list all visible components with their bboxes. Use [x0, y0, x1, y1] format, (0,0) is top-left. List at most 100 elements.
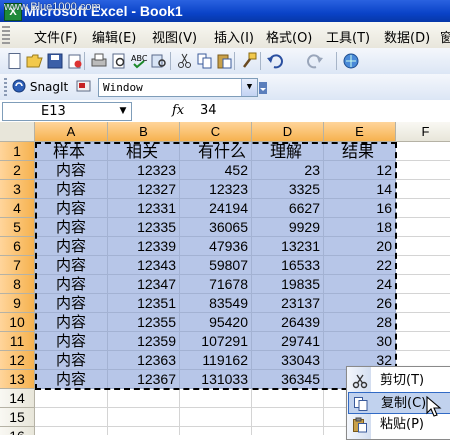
cell[interactable]: [396, 161, 450, 180]
row-header[interactable]: 7: [0, 256, 35, 275]
chevron-down-icon[interactable]: ▼: [241, 79, 257, 96]
cell[interactable]: 理解: [252, 142, 324, 161]
cell[interactable]: 12335: [108, 218, 180, 237]
cell[interactable]: 19835: [252, 275, 324, 294]
spelling-icon[interactable]: ABC: [130, 52, 148, 70]
cell[interactable]: 95420: [180, 313, 252, 332]
cell[interactable]: 结果: [324, 142, 396, 161]
cell[interactable]: [396, 332, 450, 351]
cell[interactable]: 12359: [108, 332, 180, 351]
row-header[interactable]: 6: [0, 237, 35, 256]
cell[interactable]: 12323: [180, 180, 252, 199]
cell[interactable]: [396, 237, 450, 256]
print-icon[interactable]: [90, 52, 108, 70]
row-header[interactable]: 14: [0, 389, 35, 408]
cell[interactable]: 内容: [35, 332, 108, 351]
cell[interactable]: 23137: [252, 294, 324, 313]
context-menu-cut[interactable]: 剪切(T): [348, 370, 450, 392]
paste-icon[interactable]: [216, 52, 234, 70]
cell[interactable]: 119162: [180, 351, 252, 370]
row-header[interactable]: 1: [0, 142, 35, 161]
permission-icon[interactable]: [66, 52, 84, 70]
cell[interactable]: 9929: [252, 218, 324, 237]
column-header[interactable]: E: [324, 122, 396, 142]
cell[interactable]: 24194: [180, 199, 252, 218]
cell[interactable]: [396, 199, 450, 218]
cell[interactable]: 12331: [108, 199, 180, 218]
cell[interactable]: 12343: [108, 256, 180, 275]
cell[interactable]: [396, 275, 450, 294]
cell[interactable]: 83549: [180, 294, 252, 313]
column-header[interactable]: F: [396, 122, 450, 142]
cell[interactable]: 47936: [180, 237, 252, 256]
cell[interactable]: 样本: [35, 142, 108, 161]
cell[interactable]: 内容: [35, 313, 108, 332]
row-header[interactable]: 3: [0, 180, 35, 199]
snagit-capture-icon[interactable]: [76, 79, 92, 93]
snagit-button[interactable]: SnagIt: [12, 79, 92, 94]
cell[interactable]: [252, 408, 324, 427]
cell[interactable]: [180, 389, 252, 408]
row-header[interactable]: 5: [0, 218, 35, 237]
cell[interactable]: [252, 389, 324, 408]
cut-icon[interactable]: [176, 52, 194, 70]
cell[interactable]: [108, 427, 180, 435]
toolbar-options-icon[interactable]: [259, 82, 267, 94]
cell[interactable]: [35, 427, 108, 435]
cell[interactable]: 3325: [252, 180, 324, 199]
cell[interactable]: 内容: [35, 370, 108, 389]
menu-item[interactable]: 文件(F): [34, 27, 78, 46]
cell[interactable]: 内容: [35, 161, 108, 180]
chevron-down-icon[interactable]: ▼: [115, 103, 131, 120]
row-header[interactable]: 12: [0, 351, 35, 370]
new-icon[interactable]: [6, 52, 24, 70]
cell[interactable]: 14: [324, 180, 396, 199]
cell[interactable]: 33043: [252, 351, 324, 370]
cell[interactable]: 内容: [35, 275, 108, 294]
formula-input[interactable]: 34: [200, 103, 217, 118]
open-icon[interactable]: [26, 52, 44, 70]
row-header[interactable]: 2: [0, 161, 35, 180]
cell[interactable]: 内容: [35, 351, 108, 370]
cell[interactable]: 内容: [35, 294, 108, 313]
cell[interactable]: [108, 389, 180, 408]
cell[interactable]: [252, 427, 324, 435]
menu-item[interactable]: 视图(V): [152, 27, 197, 46]
cell[interactable]: [396, 218, 450, 237]
menu-item[interactable]: 插入(I): [214, 27, 254, 46]
cell[interactable]: [396, 180, 450, 199]
cell[interactable]: 26: [324, 294, 396, 313]
menu-item[interactable]: 数据(D): [384, 27, 430, 46]
row-header[interactable]: 11: [0, 332, 35, 351]
cell[interactable]: 36345: [252, 370, 324, 389]
format-painter-icon[interactable]: [240, 52, 258, 70]
select-all-corner[interactable]: [0, 122, 35, 142]
function-wizard-icon[interactable]: fx: [172, 103, 184, 118]
cell[interactable]: 相关: [108, 142, 180, 161]
menubar-grip-icon[interactable]: [2, 26, 10, 44]
cell[interactable]: 26439: [252, 313, 324, 332]
print-preview-icon[interactable]: [110, 52, 128, 70]
cell[interactable]: 28: [324, 313, 396, 332]
cell[interactable]: 6627: [252, 199, 324, 218]
cell[interactable]: 内容: [35, 180, 108, 199]
undo-icon[interactable]: [266, 52, 284, 70]
cell[interactable]: 12363: [108, 351, 180, 370]
cell[interactable]: 16: [324, 199, 396, 218]
cell[interactable]: 30: [324, 332, 396, 351]
research-icon[interactable]: [150, 52, 168, 70]
cell[interactable]: 12347: [108, 275, 180, 294]
cell[interactable]: 12355: [108, 313, 180, 332]
row-header[interactable]: 4: [0, 199, 35, 218]
snagit-window-select[interactable]: Window ▼: [98, 78, 258, 97]
save-icon[interactable]: [46, 52, 64, 70]
cell[interactable]: 22: [324, 256, 396, 275]
cell[interactable]: 18: [324, 218, 396, 237]
cell[interactable]: [396, 294, 450, 313]
cell[interactable]: 16533: [252, 256, 324, 275]
cell[interactable]: [396, 313, 450, 332]
cell[interactable]: [396, 142, 450, 161]
column-header[interactable]: A: [35, 122, 108, 142]
cell[interactable]: 12: [324, 161, 396, 180]
hyperlink-icon[interactable]: [342, 52, 360, 70]
